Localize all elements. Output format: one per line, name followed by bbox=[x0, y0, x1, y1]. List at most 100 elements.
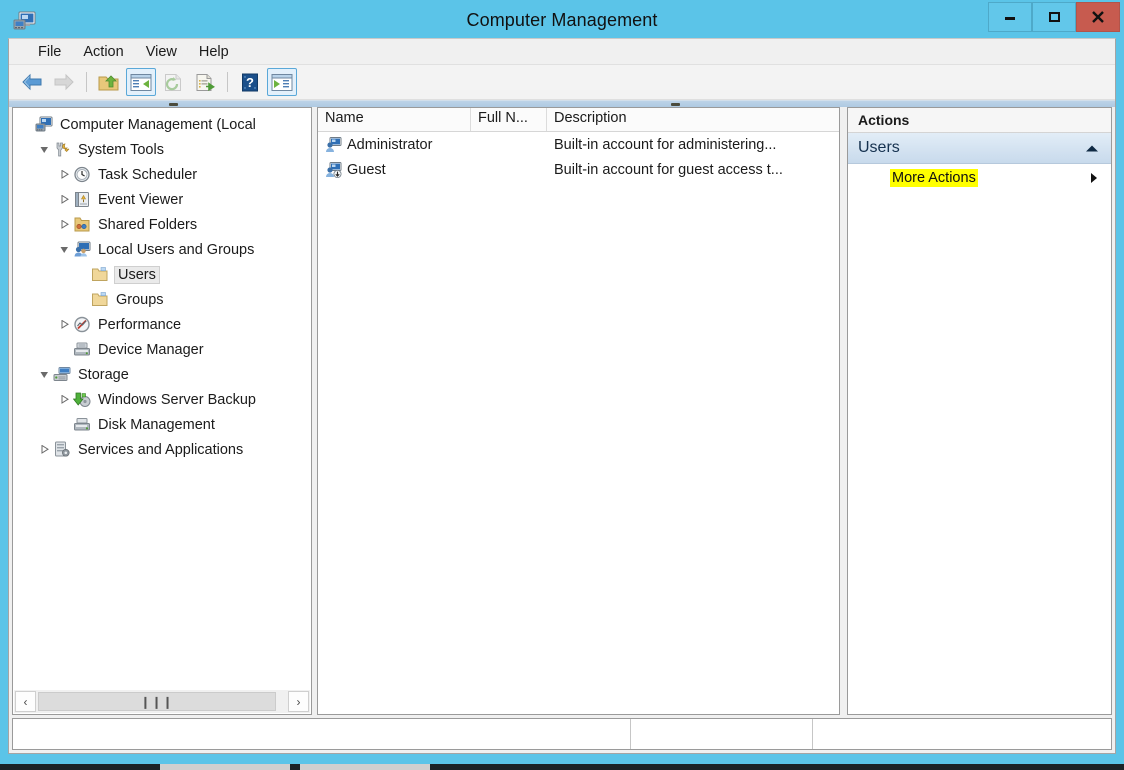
scroll-left-arrow-icon[interactable]: ‹ bbox=[15, 691, 36, 712]
submenu-arrow-icon[interactable] bbox=[1089, 172, 1099, 184]
expander-expanded-icon[interactable] bbox=[35, 137, 53, 162]
folder-icon bbox=[91, 291, 109, 309]
list-cell-name: Administrator bbox=[347, 136, 433, 153]
column-header-name[interactable]: Name bbox=[318, 108, 471, 131]
actions-pane-title: Actions bbox=[848, 108, 1111, 133]
action-item-more-actions[interactable]: More Actions bbox=[848, 164, 1111, 192]
export-list-icon[interactable] bbox=[190, 68, 220, 96]
expander-collapsed-icon[interactable] bbox=[55, 312, 73, 337]
show-hide-console-tree-icon[interactable] bbox=[126, 68, 156, 96]
tree-item-label: Disk Management bbox=[98, 416, 215, 433]
menu-help[interactable]: Help bbox=[188, 42, 240, 62]
taskbar bbox=[0, 764, 1124, 770]
column-header-full-name[interactable]: Full N... bbox=[471, 108, 547, 131]
taskbar-item[interactable] bbox=[300, 764, 430, 770]
expander-expanded-icon[interactable] bbox=[35, 362, 53, 387]
clock-icon bbox=[73, 166, 91, 184]
toolbar: ? bbox=[9, 65, 1115, 100]
actions-group-header-users[interactable]: Users bbox=[848, 133, 1111, 164]
tree-item-task-scheduler[interactable]: Task Scheduler bbox=[13, 162, 311, 187]
pane-splitter-band[interactable] bbox=[9, 100, 1115, 107]
splitter-grip[interactable] bbox=[169, 103, 178, 106]
device-manager-icon bbox=[73, 341, 91, 359]
shared-folders-icon bbox=[73, 216, 91, 234]
list-row-administrator[interactable]: Administrator Built-in account for admin… bbox=[318, 132, 839, 157]
tree-item-users[interactable]: Users bbox=[13, 262, 311, 287]
status-panel-1 bbox=[13, 719, 631, 749]
tree-item-system-tools[interactable]: System Tools bbox=[13, 137, 311, 162]
status-panel-2 bbox=[631, 719, 813, 749]
tree-item-shared-folders[interactable]: Shared Folders bbox=[13, 212, 311, 237]
tree-item-label: Task Scheduler bbox=[98, 166, 198, 183]
tree-item-computer-management[interactable]: Computer Management (Local bbox=[13, 112, 311, 137]
tree-item-windows-server-backup[interactable]: Windows Server Backup bbox=[13, 387, 311, 412]
help-icon[interactable]: ? bbox=[235, 68, 265, 96]
tree-item-label: Users bbox=[114, 265, 160, 284]
column-header-description[interactable]: Description bbox=[547, 108, 839, 131]
list-row-guest[interactable]: Guest Built-in account for guest access … bbox=[318, 157, 839, 182]
back-arrow-icon[interactable] bbox=[17, 68, 47, 96]
tree-item-disk-management[interactable]: Disk Management bbox=[13, 412, 311, 437]
expander-collapsed-icon[interactable] bbox=[55, 212, 73, 237]
minimize-button[interactable] bbox=[988, 2, 1032, 32]
expander-collapsed-icon[interactable] bbox=[55, 187, 73, 212]
close-button[interactable] bbox=[1076, 2, 1120, 32]
menu-action[interactable]: Action bbox=[72, 42, 134, 62]
client-area: File Action View Help ? Computer Managem… bbox=[8, 38, 1116, 754]
tree-item-device-manager[interactable]: Device Manager bbox=[13, 337, 311, 362]
window-controls bbox=[988, 2, 1120, 32]
console-tree-pane: Computer Management (Local System Tools … bbox=[12, 107, 312, 715]
system-tools-icon bbox=[53, 141, 71, 159]
window-title: Computer Management bbox=[466, 10, 658, 30]
menu-bar: File Action View Help bbox=[9, 39, 1115, 65]
computer-icon bbox=[35, 116, 53, 134]
disk-management-icon bbox=[73, 416, 91, 434]
scrollbar-thumb[interactable]: ❙❙❙ bbox=[38, 692, 276, 711]
storage-icon bbox=[53, 366, 71, 384]
tree-item-label: Computer Management (Local bbox=[60, 116, 256, 133]
tree-item-label: Shared Folders bbox=[98, 216, 198, 233]
list-cell-description: Built-in account for administering... bbox=[554, 136, 777, 153]
actions-group-label: Users bbox=[858, 139, 900, 156]
toolbar-separator bbox=[227, 72, 228, 92]
computer-management-window: Computer Management File Action View Hel… bbox=[0, 0, 1124, 762]
windows-server-backup-icon bbox=[73, 391, 91, 409]
menu-view[interactable]: View bbox=[135, 42, 188, 62]
expander-collapsed-icon[interactable] bbox=[55, 162, 73, 187]
scroll-right-arrow-icon[interactable]: › bbox=[288, 691, 309, 712]
console-tree: Computer Management (Local System Tools … bbox=[13, 110, 311, 689]
actions-pane: Actions Users More Actions bbox=[847, 107, 1112, 715]
splitter-grip[interactable] bbox=[671, 103, 680, 106]
svg-text:?: ? bbox=[246, 75, 254, 90]
taskbar-item[interactable] bbox=[160, 764, 290, 770]
tree-horizontal-scrollbar[interactable]: ‹ ❙❙❙ › bbox=[14, 690, 310, 713]
local-users-groups-icon bbox=[73, 241, 91, 259]
tree-item-performance[interactable]: Performance bbox=[13, 312, 311, 337]
desktop: Computer Management File Action View Hel… bbox=[0, 0, 1124, 770]
performance-icon bbox=[73, 316, 91, 334]
show-hide-action-pane-icon[interactable] bbox=[267, 68, 297, 96]
expander-collapsed-icon[interactable] bbox=[55, 387, 73, 412]
action-item-label: More Actions bbox=[890, 169, 978, 187]
tree-item-label: Groups bbox=[116, 291, 164, 308]
tree-item-groups[interactable]: Groups bbox=[13, 287, 311, 312]
tree-item-label: Local Users and Groups bbox=[98, 241, 255, 258]
status-panel-3 bbox=[813, 719, 1111, 749]
folder-icon bbox=[91, 266, 109, 284]
expander-expanded-icon[interactable] bbox=[55, 237, 73, 262]
tree-item-event-viewer[interactable]: Event Viewer bbox=[13, 187, 311, 212]
maximize-button[interactable] bbox=[1032, 2, 1076, 32]
up-one-level-icon[interactable] bbox=[94, 68, 124, 96]
tree-item-storage[interactable]: Storage bbox=[13, 362, 311, 387]
list-cell-name: Guest bbox=[347, 161, 386, 178]
menu-file[interactable]: File bbox=[27, 42, 72, 62]
list-view-pane: Name Full N... Description Administrator… bbox=[317, 107, 840, 715]
expander-none bbox=[17, 112, 35, 137]
tree-item-label: Performance bbox=[98, 316, 182, 333]
tree-item-local-users-and-groups[interactable]: Local Users and Groups bbox=[13, 237, 311, 262]
user-account-icon bbox=[325, 136, 342, 153]
expander-collapsed-icon[interactable] bbox=[35, 437, 53, 462]
forward-arrow-icon bbox=[49, 68, 79, 96]
tree-item-services-and-applications[interactable]: Services and Applications bbox=[13, 437, 311, 462]
chevron-up-icon[interactable] bbox=[1085, 144, 1099, 153]
